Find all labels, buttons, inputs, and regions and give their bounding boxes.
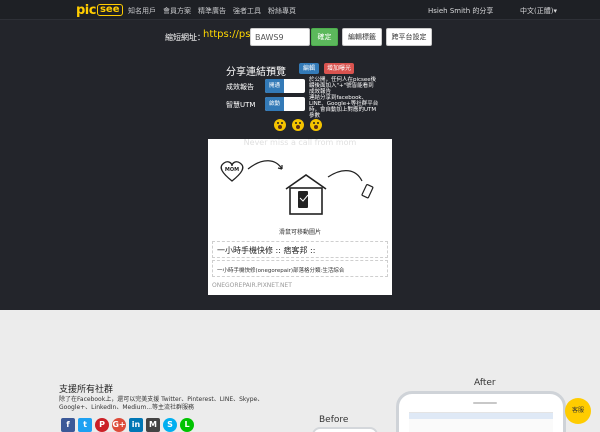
preview-image[interactable]: Never miss a call from mom MOM [208,139,392,227]
house-roof-icon [285,174,327,190]
after-label: After [474,378,496,388]
drag-image-hint: 滑鼠可移動圖片 [278,229,321,236]
social-section-title: 支援所有社群 [59,385,114,395]
before-label: Before [319,415,349,425]
confirm-button[interactable]: 確定 [311,28,338,46]
twitter-icon[interactable]: t [78,418,92,432]
short-url-input[interactable] [250,28,310,46]
top-nav: pic see 知名用戶 會員方案 精準廣告 強者工具 粉絲專頁 Hsieh Sm… [0,0,600,20]
utm-description: 連結分享到facebook、LINE、Google+等社群平台時，會自動加上對應… [309,95,379,119]
report-label: 成效報告 [226,83,254,91]
phone-screen [409,412,553,432]
nav-item-ads[interactable]: 精準廣告 [198,6,226,16]
before-phone-mockup [312,427,378,432]
preview-description-field[interactable]: 一小時手機快修(onegorepair)部落格分類:生活綜合 [212,260,388,277]
arrow-icon [247,160,283,170]
preview-title-field[interactable]: 一小時手機快修 :: 痞客邦 :: [212,241,388,258]
utm-toggle-on: 啟動 [265,97,284,111]
preview-image-caption: Never miss a call from mom [244,139,357,147]
arrow-icon [327,170,363,182]
report-description: 於公開，任何人在picsee後綴後面加入"+"號皆能看到成效報告 [309,77,377,95]
nav-item-famous-users[interactable]: 知名用戶 [128,6,156,16]
linkedin-icon[interactable]: in [129,418,143,432]
short-url-label: 縮短網址： [165,33,205,42]
social-icons: f t P G+ in M S L [61,418,194,432]
google-plus-icon[interactable]: G+ [112,418,126,432]
utm-label: 智慧UTM [226,101,256,109]
medium-icon[interactable]: M [146,418,160,432]
preview-domain: ONEGOREPAIR.PIXNET.NET [212,282,292,289]
customer-service-button[interactable]: 客服 [565,398,591,424]
user-menu[interactable]: Hsieh Smith 的分享 [428,6,493,16]
facebook-icon[interactable]: f [61,418,75,432]
platform-settings-button[interactable]: 跨平台設定 [386,28,432,46]
after-phone-mockup [396,391,566,432]
skype-icon[interactable]: S [163,418,177,432]
line-icon[interactable]: L [180,418,194,432]
phone-icon [298,191,308,208]
nav-item-fanpage[interactable]: 粉絲專頁 [268,6,296,16]
utm-toggle[interactable]: 啟動 [265,97,305,111]
logo-badge: see [96,4,123,16]
scream-emoji-icon[interactable] [274,119,286,131]
picsee-logo[interactable]: pic see [76,2,123,18]
language-select[interactable]: 中文(正體)▾ [520,6,557,16]
report-toggle-on: 開通 [265,79,284,93]
ringing-phone-icon [361,184,374,199]
phone-screen-bar [409,413,553,419]
link-preview-card: Never miss a call from mom MOM 滑鼠可移動圖片 一… [208,139,392,295]
emoji-reactions [274,119,322,131]
add-exposure-button[interactable]: 增加曝光 [324,63,354,74]
preview-title: 分享連結預覽 [226,67,286,78]
nav-item-tools[interactable]: 強者工具 [233,6,261,16]
pinterest-icon[interactable]: P [95,418,109,432]
nav-item-plans[interactable]: 會員方案 [163,6,191,16]
scream-emoji-icon[interactable] [310,119,322,131]
scream-emoji-icon[interactable] [292,119,304,131]
phone-speaker [473,402,497,404]
social-description: 除了在Facebook上，還可以完美支援 Twitter、Pinterest、L… [59,396,264,411]
edit-tag-button[interactable]: 編輯標籤 [342,28,382,46]
edit-preview-button[interactable]: 編輯 [299,63,319,74]
report-toggle[interactable]: 開通 [265,79,305,93]
logo-text: pic [76,2,96,18]
heart-mom-text: MOM [225,167,239,173]
